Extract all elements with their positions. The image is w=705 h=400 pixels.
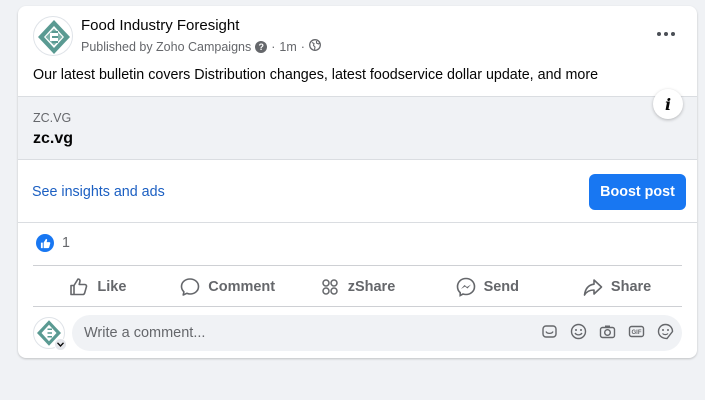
send-label: Send xyxy=(483,279,520,295)
zshare-icon xyxy=(320,277,340,297)
page-logo-icon xyxy=(38,20,70,54)
comment-label: Comment xyxy=(208,279,276,295)
share-label: Share xyxy=(610,279,652,295)
see-insights-link[interactable]: See insights and ads xyxy=(32,184,165,200)
comment-avatar[interactable] xyxy=(33,317,67,351)
info-icon[interactable]: i xyxy=(653,89,683,119)
share-icon xyxy=(583,277,603,297)
gif-icon[interactable]: GIF xyxy=(628,323,645,340)
comment-tools: GIF xyxy=(541,323,674,340)
like-reaction-icon xyxy=(36,234,54,252)
like-label: Like xyxy=(97,279,127,295)
link-preview[interactable]: ZC.VG zc.vg i xyxy=(18,89,697,160)
meta-separator: · xyxy=(271,39,276,54)
thumbs-up-icon xyxy=(69,277,89,297)
svg-text:GIF: GIF xyxy=(632,330,642,336)
send-button[interactable]: Send xyxy=(422,268,552,306)
emoji-icon[interactable] xyxy=(570,323,587,340)
page-avatar[interactable] xyxy=(33,16,73,56)
post-text: Our latest bulletin covers Distribution … xyxy=(33,67,599,83)
comment-button[interactable]: Comment xyxy=(163,268,293,306)
avatar-sticker-icon[interactable] xyxy=(657,323,674,340)
zshare-button[interactable]: zShare xyxy=(293,268,423,306)
link-domain: ZC.VG xyxy=(33,111,72,125)
globe-icon xyxy=(309,39,321,54)
help-icon[interactable]: ? xyxy=(255,40,268,53)
divider xyxy=(33,265,682,266)
share-button[interactable]: Share xyxy=(552,268,682,306)
post-time[interactable]: 1m xyxy=(279,40,296,54)
sticker-icon[interactable] xyxy=(541,323,558,340)
camera-icon[interactable] xyxy=(599,323,616,340)
page-name[interactable]: Food Industry Foresight xyxy=(81,17,239,34)
messenger-icon xyxy=(456,277,476,297)
like-button[interactable]: Like xyxy=(33,268,163,306)
comment-box: GIF xyxy=(72,315,682,351)
chevron-down-icon[interactable] xyxy=(54,338,67,351)
reaction-count[interactable]: 1 xyxy=(62,235,70,251)
more-options-icon[interactable] xyxy=(655,28,677,40)
meta-separator-2: · xyxy=(300,39,305,54)
divider xyxy=(18,222,697,223)
link-title[interactable]: zc.vg xyxy=(33,130,73,148)
insights-row: See insights and ads Boost post xyxy=(18,161,697,223)
comment-input[interactable] xyxy=(84,325,524,341)
divider xyxy=(33,306,682,307)
action-bar: Like Comment zShare Send Share xyxy=(33,268,682,306)
post-header: Food Industry Foresight Published by Zoh… xyxy=(18,6,697,62)
boost-post-button[interactable]: Boost post xyxy=(589,174,686,210)
reactions-summary[interactable]: 1 xyxy=(36,234,70,252)
published-by[interactable]: Published by Zoho Campaigns xyxy=(81,40,251,54)
post-meta: Published by Zoho Campaigns ? · 1m · xyxy=(81,39,321,54)
post-card: Food Industry Foresight Published by Zoh… xyxy=(18,6,697,358)
comment-icon xyxy=(180,277,200,297)
zshare-label: zShare xyxy=(347,279,396,295)
